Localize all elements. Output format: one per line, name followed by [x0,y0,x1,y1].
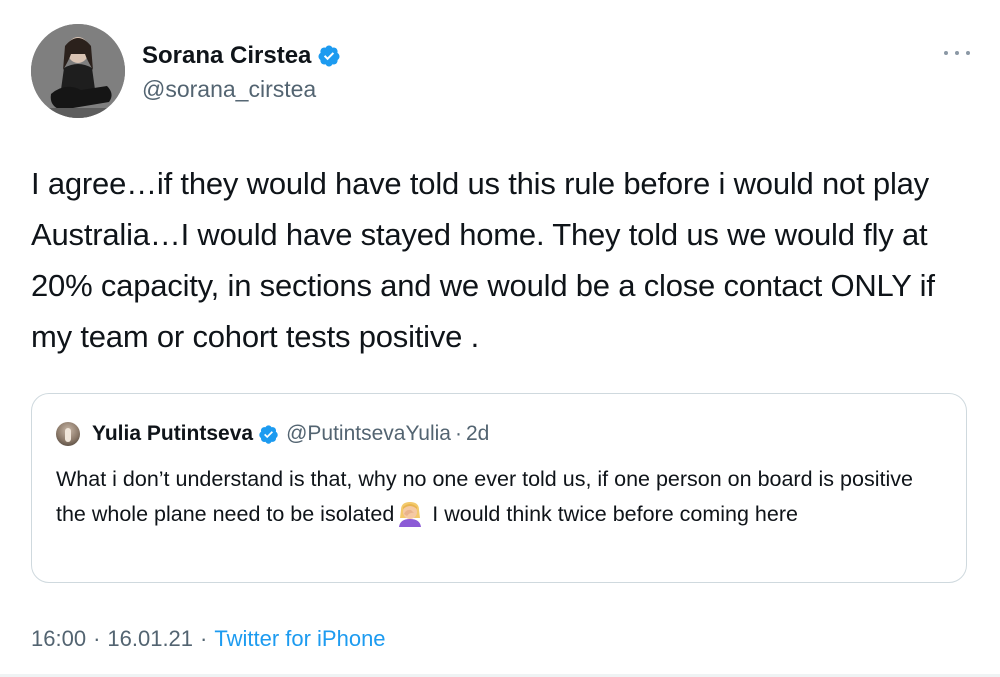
meta-separator: · [200,626,208,651]
tweet-time[interactable]: 16:00 [31,626,86,652]
quoted-tweet-text: What i don’t understand is that, why no … [56,462,936,532]
tweet-date[interactable]: 16.01.21 [107,626,193,652]
quoted-tweet[interactable]: Yulia Putintseva @PutintsevaYulia · 2d W… [31,393,967,583]
verified-badge-icon [317,44,341,68]
meta-separator: · [93,626,101,651]
tweet: Sorana Cirstea @sorana_cirstea I agree…i… [0,0,1000,677]
author-display-name[interactable]: Sorana Cirstea [142,42,311,70]
tweet-source-link[interactable]: Twitter for iPhone [214,626,385,652]
more-horizontal-icon[interactable] [944,46,970,60]
author-name-row: Sorana Cirstea [142,42,341,70]
author-handle[interactable]: @sorana_cirstea [142,76,316,103]
quoted-author-name: Yulia Putintseva [92,422,254,445]
quoted-author-handle: @PutintsevaYulia [286,422,451,445]
tweet-meta: 16:00 · 16.01.21 · Twitter for iPhone [31,626,386,652]
author-avatar[interactable] [31,24,125,118]
quoted-author-avatar [56,422,80,446]
quoted-tweet-age: 2d [465,422,490,445]
verified-badge-icon [258,424,279,445]
author-avatar-image [31,24,125,118]
quoted-separator: · [454,422,462,445]
tweet-text: I agree…if they would have told us this … [31,166,935,354]
quoted-tweet-header: Yulia Putintseva @PutintsevaYulia · 2d [56,422,489,446]
woman-facepalming-emoji-icon [396,500,424,528]
quoted-text-part-2: I would think twice before coming here [426,502,798,526]
